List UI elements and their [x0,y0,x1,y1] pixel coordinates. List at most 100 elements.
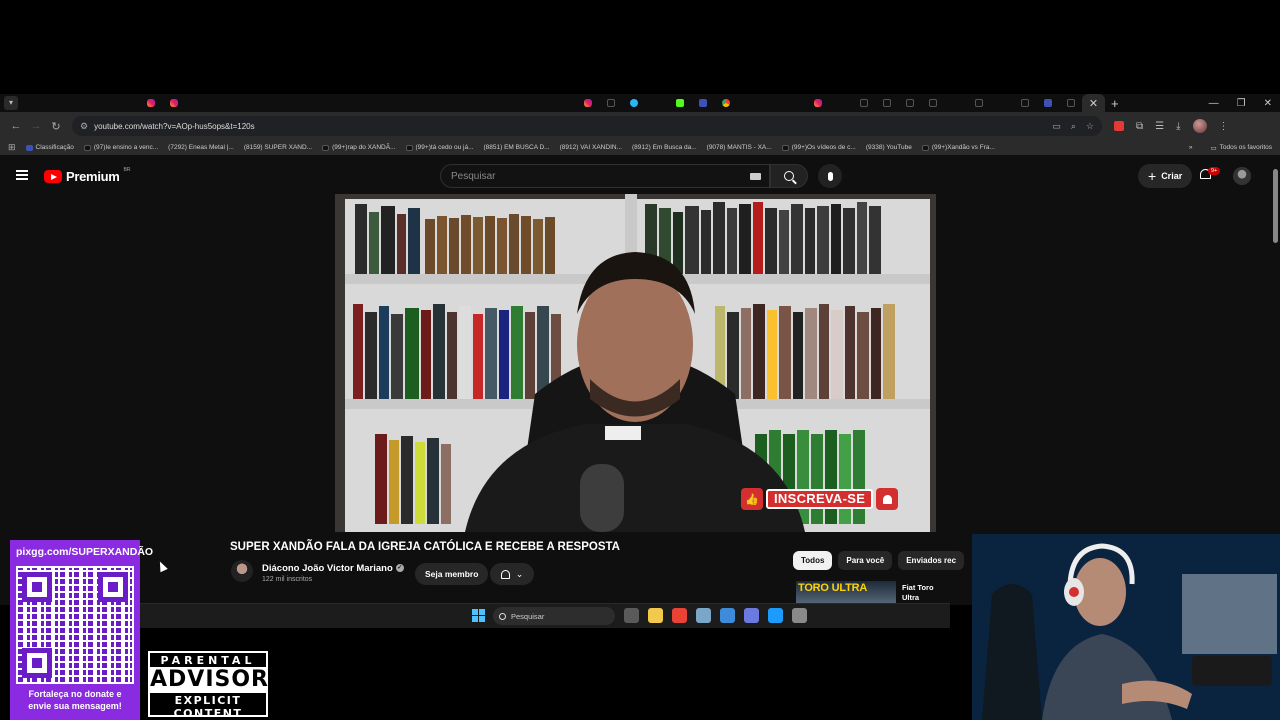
search-button[interactable] [770,164,808,188]
browser-tab[interactable] [645,94,668,255]
close-tab-icon[interactable]: ✕ [1089,97,1098,110]
forward-arrow-icon[interactable]: → [26,120,46,132]
browser-tab[interactable] [277,94,300,255]
browser-tab[interactable] [737,94,760,255]
browser-tab[interactable] [484,94,507,255]
taskbar-app-icon[interactable] [696,608,711,623]
browser-menu-icon[interactable]: ⋮ [1219,121,1229,132]
bookmark-item[interactable]: (99+)rap do XANDÃ... [322,144,396,151]
browser-tab[interactable] [875,94,898,112]
browser-tab[interactable] [392,94,415,255]
recommended-video-thumbnail[interactable]: TORO ULTRA [796,581,896,605]
channel-avatar[interactable] [231,560,253,582]
reload-icon[interactable]: ↻ [46,120,66,133]
bookmark-item[interactable]: (97)Ie ensino a venc... [83,144,158,151]
page-scrollbar[interactable] [1273,169,1278,243]
browser-tab[interactable] [1013,94,1036,112]
browser-tab[interactable] [622,94,645,112]
voice-search-button[interactable] [818,164,842,188]
taskbar-app-icon[interactable] [720,608,735,623]
bookmark-item[interactable]: (8912) Em Busca da... [632,144,697,151]
browser-tab[interactable] [714,94,737,112]
tab-search-dropdown[interactable]: ▾ [4,96,18,110]
browser-tab[interactable] [116,94,139,255]
all-bookmarks-folder[interactable]: ▭ Todos os favoritos [1210,144,1272,152]
subscription-bell-button[interactable]: ⌄ [490,563,534,585]
browser-tab[interactable] [185,94,208,255]
browser-tab[interactable] [967,94,990,112]
browser-tab[interactable] [760,94,783,255]
video-player[interactable]: 👍 INSCREVA-SE [335,194,936,532]
bookmark-star-icon[interactable]: ☆ [1086,121,1094,132]
browser-tab[interactable] [507,94,530,255]
bookmarks-overflow-icon[interactable]: » [1189,144,1193,151]
browser-tab[interactable] [599,94,622,112]
taskbar-app-icon[interactable] [768,608,783,623]
taskbar-app-icon[interactable] [792,608,807,623]
bookmark-item[interactable]: Classificação [25,144,74,151]
browser-tab[interactable] [783,94,806,255]
browser-tab[interactable] [139,94,162,112]
browser-tab[interactable] [829,94,852,255]
filter-chip[interactable]: Enviados rec [898,551,965,570]
recommended-video-title[interactable]: Fiat Toro Ultra RAMPAGE o [902,583,952,605]
browser-tab[interactable] [461,94,484,255]
browser-tab[interactable] [415,94,438,255]
keyboard-icon[interactable] [750,173,761,180]
browser-tab[interactable] [24,94,47,255]
download-icon[interactable]: ⤓ [1176,121,1180,132]
browser-tab[interactable] [898,94,921,112]
browser-tab[interactable] [254,94,277,255]
cast-icon[interactable]: ▭ [1052,121,1061,132]
tab-active[interactable]: ✕ [1082,94,1105,112]
browser-tab[interactable] [668,94,691,112]
browser-tab[interactable] [1059,94,1082,112]
bookmark-item[interactable]: (7292) Eneas Metal |... [168,144,234,151]
taskbar-app-icon[interactable] [648,608,663,623]
windows-start-icon[interactable] [472,609,485,622]
browser-tab[interactable] [990,94,1013,255]
search-input[interactable]: Pesquisar [440,164,770,188]
join-member-button[interactable]: Seja membro [415,563,489,585]
browser-tab[interactable] [438,94,461,255]
bookmark-item[interactable]: (9078) MANTIS - XA... [707,144,772,151]
site-info-icon[interactable]: ⚙ [80,121,88,132]
taskbar-app-icon[interactable] [744,608,759,623]
new-tab-button[interactable]: + [1111,96,1119,111]
browser-tab[interactable] [93,94,116,255]
browser-tab[interactable] [852,94,875,112]
minimize-icon[interactable]: — [1209,98,1219,109]
account-avatar[interactable] [1233,167,1251,185]
back-arrow-icon[interactable]: ← [6,120,26,132]
browser-tab[interactable] [346,94,369,255]
browser-tab[interactable] [530,94,553,255]
taskbar-app-icon[interactable] [624,608,639,623]
bookmark-item[interactable]: (8851) EM BUSCA D... [484,144,550,151]
taskbar-search[interactable]: Pesquisar [493,607,615,625]
browser-tab[interactable] [47,94,70,255]
browser-tab[interactable] [1036,94,1059,112]
apps-grid-icon[interactable]: ⊞ [8,142,16,153]
browser-tab[interactable] [553,94,576,255]
bookmark-item[interactable]: (8159) SUPER XAND... [244,144,312,151]
extension-puzzle-icon[interactable]: ⧉ [1136,121,1143,132]
zoom-icon[interactable]: ⌕ [1071,121,1076,132]
browser-tab[interactable] [576,94,599,112]
bookmark-item[interactable]: (9338) YouTube [866,144,912,151]
bookmark-item[interactable]: (8912) VAI XANDIN... [560,144,622,151]
browser-tab[interactable] [806,94,829,112]
browser-tab[interactable] [208,94,231,255]
browser-tab[interactable] [162,94,185,112]
taskbar-app-icon[interactable] [672,608,687,623]
menu-icon[interactable] [16,170,28,180]
browser-tab[interactable] [231,94,254,255]
browser-tab[interactable] [300,94,323,255]
extensions-menu-icon[interactable]: ☰ [1155,121,1164,132]
bookmark-item[interactable]: (99+)Os vídeos de c... [781,144,856,151]
bookmark-item[interactable]: (99+)tá cedo ou já... [405,144,474,151]
browser-tab[interactable] [323,94,346,255]
youtube-premium-logo[interactable]: Premium BR [44,167,130,184]
address-bar[interactable]: ⚙ youtube.com/watch?v=AOp-hus5ops&t=120s… [72,116,1102,136]
close-window-icon[interactable]: ✕ [1264,98,1272,109]
profile-avatar[interactable] [1192,119,1207,133]
